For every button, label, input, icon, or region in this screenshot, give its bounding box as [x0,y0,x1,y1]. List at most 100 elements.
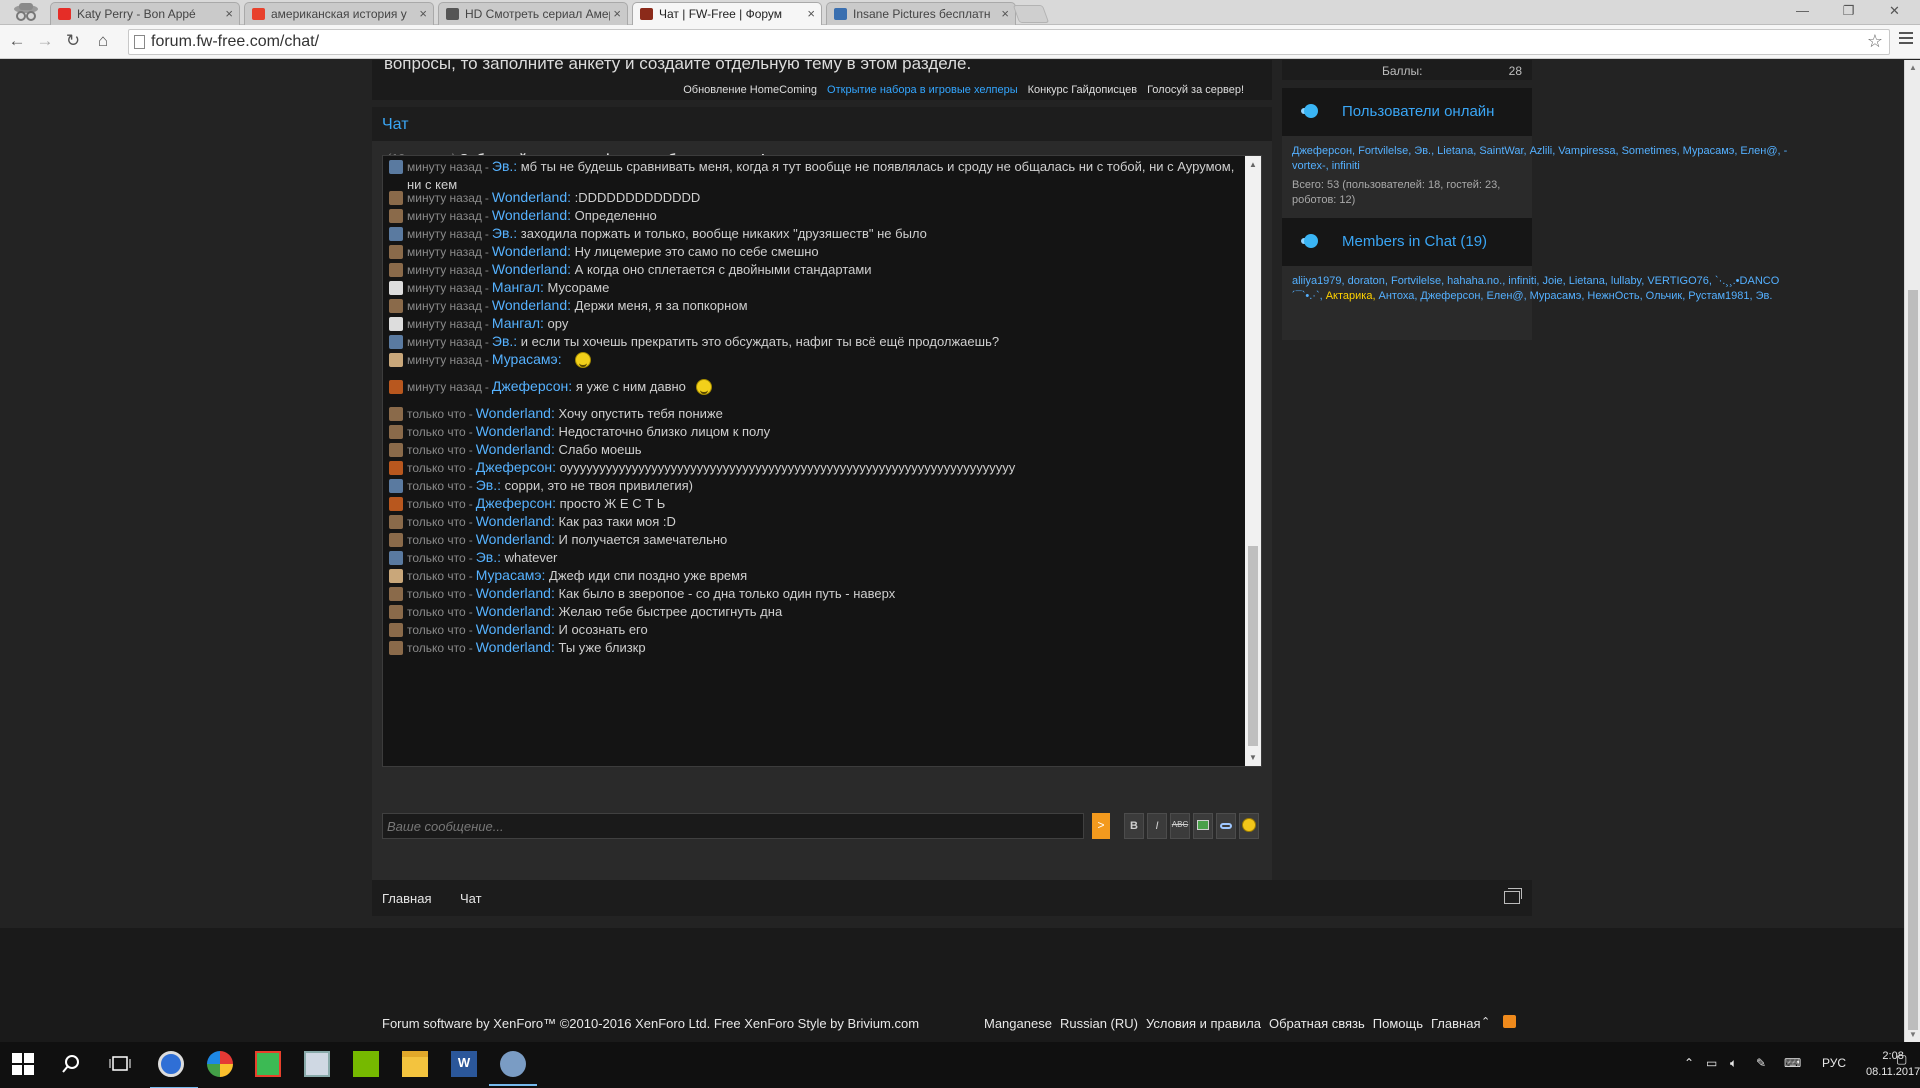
chat-username[interactable]: Wonderland [492,297,567,313]
footer-nav-home[interactable]: Главная [382,891,431,906]
chat-username[interactable]: Мангал [492,315,540,331]
chat-avatar[interactable] [389,263,403,277]
chat-member-link[interactable]: Актарика, [1326,290,1376,302]
chat-username[interactable]: Wonderland [476,603,551,619]
chat-avatar[interactable] [389,407,403,421]
taskbar-word-icon[interactable]: W [451,1051,477,1077]
browser-tab[interactable]: Insane Pictures бесплатн × [826,2,1016,25]
chat-avatar[interactable] [389,160,403,174]
chat-username[interactable]: Wonderland [476,621,551,637]
chat-username[interactable]: Wonderland [476,441,551,457]
browser-menu-icon[interactable] [1899,32,1913,47]
chat-avatar[interactable] [389,605,403,619]
chat-username[interactable]: Wonderland [476,405,551,421]
chat-member-link[interactable]: Рустам1981, [1688,290,1752,302]
reload-icon[interactable]: ↻ [62,31,84,51]
chat-scrollbar[interactable]: ▲ ▼ [1245,156,1261,766]
chat-avatar[interactable] [389,641,403,655]
chat-member-link[interactable]: Lietana, [1569,275,1608,287]
footer-nav-chat[interactable]: Чат [460,891,482,906]
chat-username[interactable]: Мангал [492,279,540,295]
scroll-top-icon[interactable]: ⌃ [1481,1015,1490,1028]
close-window-button[interactable]: ✕ [1872,3,1917,19]
chat-username[interactable]: Мурасамэ [492,351,558,367]
online-user-link[interactable]: Lietana, [1437,145,1476,157]
chat-avatar[interactable] [389,569,403,583]
chat-username[interactable]: Мурасамэ [476,567,542,583]
new-tab-button[interactable] [1012,5,1050,23]
tab-close-icon[interactable]: × [807,6,815,21]
notice-link[interactable]: Конкурс Гайдописцев [1028,80,1137,96]
chat-avatar[interactable] [389,353,403,367]
chat-username[interactable]: Wonderland [492,243,567,259]
chat-avatar[interactable] [389,227,403,241]
notice-link[interactable]: Голосуй за сервер! [1147,80,1244,96]
chat-message-input[interactable]: Ваше сообщение... [382,813,1084,839]
chat-avatar[interactable] [389,587,403,601]
language-indicator[interactable]: РУС [1822,1056,1846,1070]
chat-member-link[interactable]: doraton, [1348,275,1388,287]
chat-member-link[interactable]: Ольчик, [1646,290,1686,302]
online-user-link[interactable]: SaintWar, [1479,145,1526,157]
page-scroll-up-icon[interactable]: ▲ [1909,63,1917,72]
pen-icon[interactable]: ✎ [1756,1056,1766,1070]
chat-scroll-thumb[interactable] [1248,546,1258,746]
chat-avatar[interactable] [389,425,403,439]
taskbar-app-icon[interactable] [489,1051,537,1086]
chat-avatar[interactable] [389,335,403,349]
chat-username[interactable]: Wonderland [492,189,567,205]
online-user-link[interactable]: Джеферсон, [1292,145,1355,157]
chat-avatar[interactable] [389,461,403,475]
chat-member-link[interactable]: infiniti, [1508,275,1539,287]
chat-member-link[interactable]: aliiya1979, [1292,275,1345,287]
chat-avatar[interactable] [389,497,403,511]
chat-member-link[interactable]: lullaby, [1611,275,1644,287]
online-users-title[interactable]: Пользователи онлайн [1342,103,1494,120]
bookmark-star-icon[interactable]: ☆ [1867,31,1883,52]
taskbar-nvidia-icon[interactable] [353,1051,379,1077]
minimize-button[interactable]: — [1780,3,1825,18]
page-scroll-thumb[interactable] [1908,290,1918,1030]
chat-username[interactable]: Эв. [492,158,513,174]
online-user-link[interactable]: infiniti [1332,160,1360,172]
footer-link[interactable]: Russian (RU) [1060,1016,1138,1031]
notice-link[interactable]: Обновление HomeComing [683,80,817,96]
keyboard-icon[interactable]: ⌨ [1784,1056,1801,1070]
chat-username[interactable]: Wonderland [476,639,551,655]
rss-icon[interactable] [1503,1015,1516,1028]
chat-title[interactable]: Чат [382,116,409,134]
address-bar[interactable]: forum.fw-free.com/chat/ ☆ [128,29,1890,55]
taskbar-explorer-icon[interactable] [402,1051,428,1077]
chat-avatar[interactable] [389,245,403,259]
taskbar-app-icon[interactable] [255,1051,281,1077]
online-user-link[interactable]: Мурасамэ, [1683,145,1738,157]
send-button[interactable]: > [1092,813,1110,839]
link-insert-icon[interactable] [1216,813,1236,839]
chat-message-list[interactable]: минуту назад - Эв.: мб ты не будешь сравни… [382,155,1262,767]
chat-avatar[interactable] [389,209,403,223]
chat-username[interactable]: Эв. [476,549,497,565]
maximize-button[interactable]: ❐ [1826,3,1871,19]
footer-link[interactable]: Главная [1431,1016,1480,1031]
chat-member-link[interactable]: НежнОсть, [1587,290,1642,302]
chat-username[interactable]: Эв. [492,333,513,349]
chat-avatar[interactable] [389,515,403,529]
tab-close-icon[interactable]: × [1001,6,1009,21]
tray-expand-icon[interactable]: ⌃ [1684,1056,1694,1070]
footer-link[interactable]: Manganese [984,1016,1052,1031]
chat-avatar[interactable] [389,479,403,493]
chat-username[interactable]: Wonderland [476,513,551,529]
task-view-icon[interactable] [109,1054,131,1074]
chat-member-link[interactable]: Елен@, [1486,290,1526,302]
chat-username[interactable]: Джеферсон [476,495,552,511]
chat-member-link[interactable]: Joie, [1542,275,1565,287]
taskbar-browser-icon[interactable] [150,1051,198,1088]
chat-username[interactable]: Эв. [476,477,497,493]
chat-avatar[interactable] [389,551,403,565]
italic-button[interactable]: I [1147,813,1167,839]
tab-close-icon[interactable]: × [613,6,621,21]
volume-icon[interactable]: 🔈︎ [1730,1056,1737,1071]
tab-close-icon[interactable]: × [419,6,427,21]
search-icon[interactable] [61,1054,81,1074]
tab-close-icon[interactable]: × [225,6,233,21]
